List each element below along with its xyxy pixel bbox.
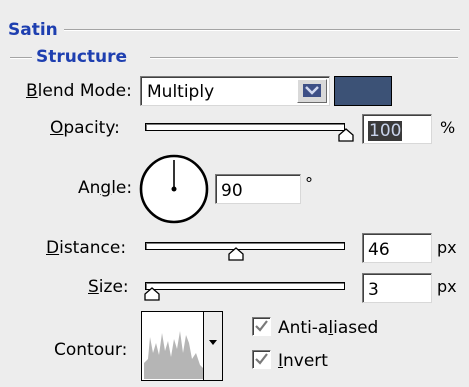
angle-unit: ° [305, 174, 313, 193]
anti-aliased-checkbox[interactable] [252, 317, 271, 336]
opacity-label: Opacity: [50, 118, 120, 138]
contour-picker[interactable] [141, 311, 223, 381]
angle-label: Angle: [78, 178, 133, 198]
size-value: 3 [368, 280, 379, 300]
distance-unit: px [437, 238, 457, 257]
opacity-slider-track[interactable] [145, 123, 345, 131]
blend-mode-select[interactable]: Multiply [140, 76, 330, 106]
chevron-down-icon [303, 84, 321, 97]
distance-slider-track[interactable] [145, 242, 345, 250]
satin-panel: { "section": { "title": "Satin" }, "stru… [0, 0, 469, 387]
size-input[interactable]: 3 [362, 273, 432, 303]
contour-dropdown-button[interactable] [203, 312, 222, 380]
distance-input[interactable]: 46 [362, 233, 432, 263]
opacity-unit: % [440, 118, 456, 137]
angle-value: 90 [221, 181, 243, 201]
invert-checkbox[interactable] [252, 350, 271, 369]
anti-aliased-label[interactable]: Anti-aliased [278, 318, 378, 338]
opacity-slider-handle[interactable] [338, 128, 354, 142]
blend-mode-label: Blend Mode: [26, 81, 132, 101]
blend-mode-dropdown-button[interactable] [297, 79, 327, 103]
size-slider-handle[interactable] [144, 287, 160, 301]
distance-label: Distance: [46, 238, 127, 258]
size-slider-track[interactable] [145, 282, 345, 290]
distance-value: 46 [368, 240, 390, 260]
size-label: Size: [88, 277, 129, 297]
angle-input[interactable]: 90 [215, 174, 301, 204]
blend-color-swatch[interactable] [334, 76, 392, 106]
contour-label: Contour: [54, 340, 128, 360]
chevron-down-icon [209, 340, 217, 345]
structure-divider-left [10, 57, 32, 59]
structure-title: Structure [36, 47, 134, 67]
size-unit: px [437, 277, 457, 296]
angle-dial[interactable] [136, 151, 212, 227]
structure-divider-right [150, 57, 458, 59]
opacity-input[interactable]: 100 [362, 114, 432, 144]
checkmark-icon [255, 320, 268, 332]
invert-label[interactable]: Invert [278, 351, 328, 371]
contour-preview-icon [144, 331, 206, 379]
satin-divider [60, 29, 460, 31]
satin-title: Satin [8, 20, 64, 40]
distance-slider-handle[interactable] [228, 247, 244, 261]
opacity-value: 100 [368, 121, 403, 141]
blend-mode-value: Multiply [147, 82, 215, 102]
checkmark-icon [255, 353, 268, 365]
